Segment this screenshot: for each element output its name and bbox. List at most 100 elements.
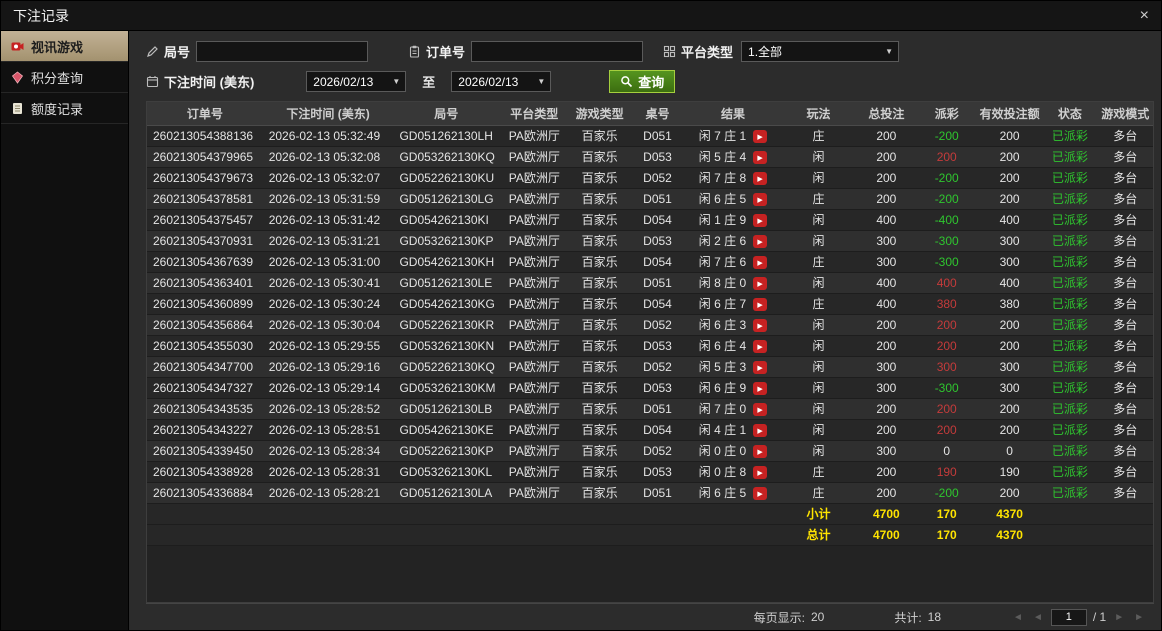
page-number-input[interactable] <box>1050 608 1087 626</box>
cell-game-type: 百家乐 <box>569 356 630 378</box>
play-video-icon[interactable]: ▶ <box>753 298 768 312</box>
cell-total-bet: 300 <box>856 440 917 462</box>
cell-result: 闲 7 庄 0 ▶ <box>685 398 781 420</box>
cell-result: 闲 6 庄 5 ▶ <box>685 482 781 504</box>
cell-play-type: 闲 <box>780 335 857 357</box>
column-header[interactable]: 总投注 <box>856 102 917 126</box>
cell-result: 闲 5 庄 4 ▶ <box>685 146 781 168</box>
column-header[interactable]: 订单号 <box>147 102 263 126</box>
table-row[interactable]: 260213054375457 2026-02-13 05:31:42 GD0542… <box>147 209 1153 231</box>
table-row[interactable]: 260213054347327 2026-02-13 05:29:14 GD0532… <box>147 377 1153 399</box>
diamond-icon <box>11 70 24 84</box>
cell-table-number: D052 <box>629 356 686 378</box>
column-header[interactable]: 桌号 <box>629 102 686 126</box>
column-header[interactable]: 结果 <box>685 102 781 126</box>
cell-game-type: 百家乐 <box>569 461 630 483</box>
prev-page-button[interactable]: ◄ <box>1031 612 1045 623</box>
cell-payout: 200 <box>916 335 977 357</box>
table-row[interactable]: 260213054343227 2026-02-13 05:28:51 GD0542… <box>147 419 1153 441</box>
play-video-icon[interactable]: ▶ <box>753 403 768 417</box>
table-row[interactable]: 260213054379673 2026-02-13 05:32:07 GD0522… <box>147 167 1153 189</box>
cell-game-type: 百家乐 <box>569 251 630 273</box>
sidebar-item-video-games[interactable]: 视讯游戏 <box>1 31 128 62</box>
cell-round-number: GD052262130KR <box>393 314 500 336</box>
cell-payout: 200 <box>916 398 977 420</box>
cell-platform-type: PA欧洲厅 <box>499 398 570 420</box>
sidebar-item-quota-records[interactable]: 额度记录 <box>1 93 128 124</box>
play-video-icon[interactable]: ▶ <box>753 214 768 228</box>
cell-valid-bet: 300 <box>976 251 1043 273</box>
last-page-button[interactable]: ► <box>1132 612 1146 623</box>
play-video-icon[interactable]: ▶ <box>753 151 768 165</box>
column-header[interactable]: 平台类型 <box>499 102 570 126</box>
date-from-picker[interactable]: 2026/02/13 ▼ <box>306 71 407 92</box>
column-header[interactable]: 局号 <box>393 102 500 126</box>
play-video-icon[interactable]: ▶ <box>753 466 768 480</box>
first-page-button[interactable]: ◄ <box>1011 612 1025 623</box>
total-count-value: 18 <box>927 610 942 624</box>
pager-controls: ◄ ◄ / 1 ► ► <box>1011 608 1146 626</box>
table-row[interactable]: 260213054356864 2026-02-13 05:30:04 GD0522… <box>147 314 1153 336</box>
next-page-button[interactable]: ► <box>1112 612 1126 623</box>
column-header[interactable]: 有效投注额 <box>976 102 1043 126</box>
cell-bet-time: 2026-02-13 05:30:41 <box>262 272 394 294</box>
column-header[interactable]: 玩法 <box>780 102 857 126</box>
cell-game-mode: 多台 <box>1097 125 1153 147</box>
play-video-icon[interactable]: ▶ <box>753 235 768 249</box>
play-video-icon[interactable]: ▶ <box>753 361 768 375</box>
cell-total-bet: 200 <box>856 188 917 210</box>
table-row[interactable]: 260213054343535 2026-02-13 05:28:52 GD0512… <box>147 398 1153 420</box>
result-text: 闲 6 庄 7 <box>698 297 747 311</box>
date-to-picker[interactable]: 2026/02/13 ▼ <box>451 71 552 92</box>
cell-round-number: GD053262130KP <box>393 230 500 252</box>
round-number-input[interactable] <box>196 41 369 62</box>
column-header[interactable]: 派彩 <box>916 102 977 126</box>
play-video-icon[interactable]: ▶ <box>753 130 768 144</box>
column-header[interactable]: 游戏模式 <box>1097 102 1153 126</box>
play-video-icon[interactable]: ▶ <box>753 256 768 270</box>
cell-payout: -300 <box>916 251 977 273</box>
play-video-icon[interactable]: ▶ <box>753 277 768 291</box>
table-row[interactable]: 260213054360899 2026-02-13 05:30:24 GD0542… <box>147 293 1153 315</box>
column-header[interactable]: 游戏类型 <box>569 102 630 126</box>
order-number-input[interactable] <box>471 41 644 62</box>
result-text: 闲 2 庄 6 <box>698 234 747 248</box>
table-row[interactable]: 260213054367639 2026-02-13 05:31:00 GD0542… <box>147 251 1153 273</box>
per-page-value[interactable]: 20 <box>811 610 824 624</box>
result-text: 闲 0 庄 8 <box>698 465 747 479</box>
play-video-icon[interactable]: ▶ <box>753 382 768 396</box>
play-video-icon[interactable]: ▶ <box>753 445 768 459</box>
query-button[interactable]: 查询 <box>609 70 676 93</box>
cell-play-type: 闲 <box>780 272 857 294</box>
column-header[interactable]: 状态 <box>1042 102 1098 126</box>
play-video-icon[interactable]: ▶ <box>753 193 768 207</box>
platform-type-select[interactable]: 1.全部 ▼ <box>741 41 900 62</box>
cell-valid-bet: 0 <box>976 440 1043 462</box>
play-video-icon[interactable]: ▶ <box>753 319 768 333</box>
table-row[interactable]: 260213054370931 2026-02-13 05:31:21 GD0532… <box>147 230 1153 252</box>
table-row[interactable]: 260213054378581 2026-02-13 05:31:59 GD0512… <box>147 188 1153 210</box>
close-icon[interactable]: × <box>1140 7 1149 24</box>
table-row[interactable]: 260213054379965 2026-02-13 05:32:08 GD0532… <box>147 146 1153 168</box>
cell-game-mode: 多台 <box>1097 272 1153 294</box>
play-video-icon[interactable]: ▶ <box>753 487 768 501</box>
play-video-icon[interactable]: ▶ <box>753 172 768 186</box>
table-row[interactable]: 260213054347700 2026-02-13 05:29:16 GD0522… <box>147 356 1153 378</box>
cell-game-type: 百家乐 <box>569 230 630 252</box>
play-video-icon[interactable]: ▶ <box>753 340 768 354</box>
table-row[interactable]: 260213054355030 2026-02-13 05:29:55 GD0532… <box>147 335 1153 357</box>
cell-result: 闲 7 庄 6 ▶ <box>685 251 781 273</box>
table-row[interactable]: 260213054338928 2026-02-13 05:28:31 GD0532… <box>147 461 1153 483</box>
table-row[interactable]: 260213054339450 2026-02-13 05:28:34 GD0522… <box>147 440 1153 462</box>
play-video-icon[interactable]: ▶ <box>753 424 768 438</box>
table-row[interactable]: 260213054336884 2026-02-13 05:28:21 GD0512… <box>147 482 1153 504</box>
cell-total-bet: 200 <box>856 335 917 357</box>
sidebar-item-points-query[interactable]: 积分查询 <box>1 62 128 93</box>
cell-table-number: D053 <box>629 335 686 357</box>
table-row[interactable]: 260213054363401 2026-02-13 05:30:41 GD0512… <box>147 272 1153 294</box>
cell-bet-time: 2026-02-13 05:28:31 <box>262 461 394 483</box>
column-header[interactable]: 下注时间 (美东) <box>262 102 394 126</box>
table-row[interactable]: 260213054388136 2026-02-13 05:32:49 GD0512… <box>147 125 1153 147</box>
cell-platform-type: PA欧洲厅 <box>499 251 570 273</box>
pagination-bar: 每页显示: 20 共计: 18 ◄ ◄ / 1 ► ► <box>146 603 1154 630</box>
